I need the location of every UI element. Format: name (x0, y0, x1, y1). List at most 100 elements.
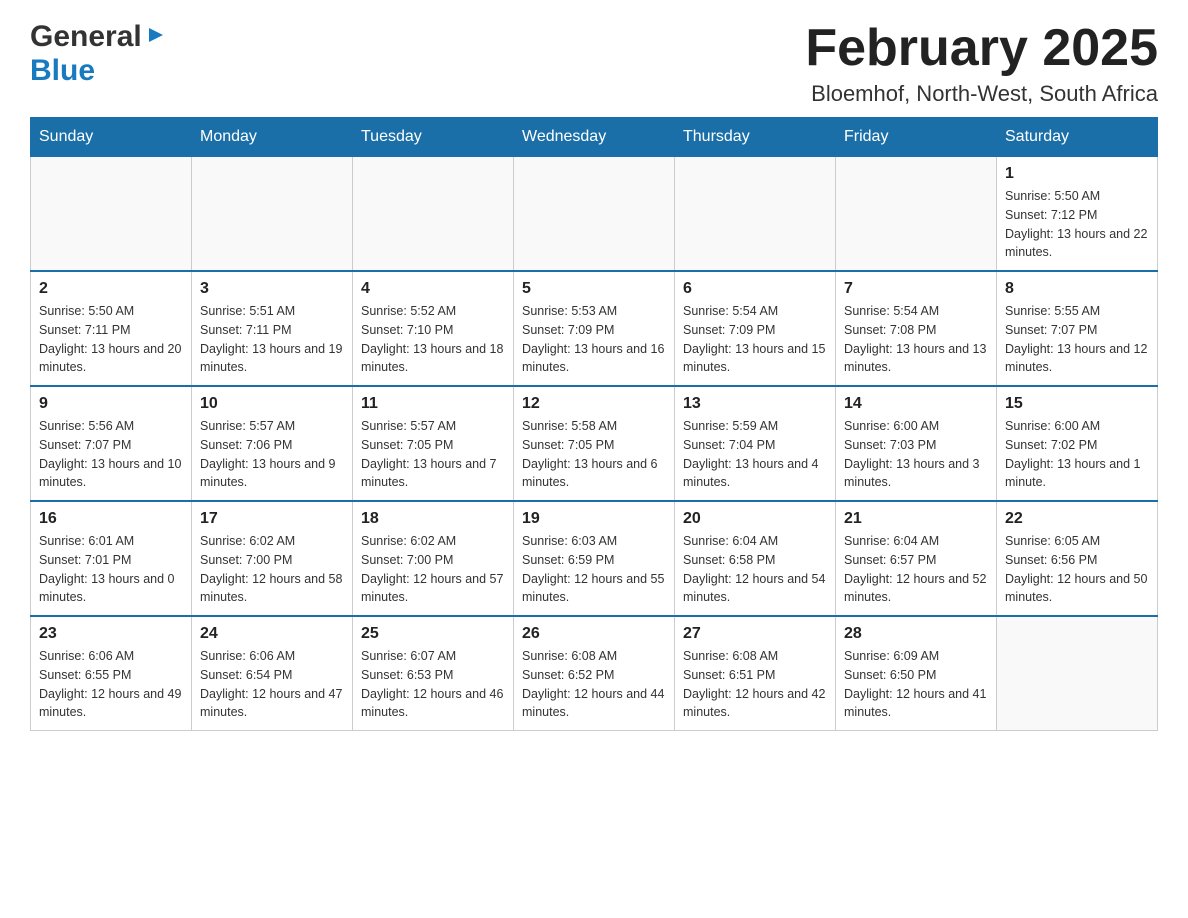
calendar-cell (514, 157, 675, 272)
calendar-header-wednesday: Wednesday (514, 118, 675, 157)
day-info: Sunrise: 6:02 AMSunset: 7:00 PMDaylight:… (200, 532, 344, 607)
page-header: General Blue February 2025 Bloemhof, Nor… (30, 20, 1158, 107)
day-info: Sunrise: 5:54 AMSunset: 7:09 PMDaylight:… (683, 302, 827, 377)
location: Bloemhof, North-West, South Africa (805, 81, 1158, 107)
day-info: Sunrise: 6:00 AMSunset: 7:02 PMDaylight:… (1005, 417, 1149, 492)
day-number: 26 (522, 625, 666, 643)
logo-blue: Blue (30, 54, 95, 88)
day-info: Sunrise: 6:06 AMSunset: 6:55 PMDaylight:… (39, 647, 183, 722)
title-area: February 2025 Bloemhof, North-West, Sout… (805, 20, 1158, 107)
day-number: 10 (200, 395, 344, 413)
day-info: Sunrise: 5:53 AMSunset: 7:09 PMDaylight:… (522, 302, 666, 377)
day-info: Sunrise: 6:04 AMSunset: 6:57 PMDaylight:… (844, 532, 988, 607)
day-number: 19 (522, 510, 666, 528)
calendar-cell (31, 157, 192, 272)
day-info: Sunrise: 6:08 AMSunset: 6:51 PMDaylight:… (683, 647, 827, 722)
calendar-cell: 8 Sunrise: 5:55 AMSunset: 7:07 PMDaylight… (997, 271, 1158, 386)
calendar-cell: 9 Sunrise: 5:56 AMSunset: 7:07 PMDaylight… (31, 386, 192, 501)
day-number: 25 (361, 625, 505, 643)
day-info: Sunrise: 6:02 AMSunset: 7:00 PMDaylight:… (361, 532, 505, 607)
logo: General Blue (30, 20, 167, 88)
day-number: 12 (522, 395, 666, 413)
day-number: 28 (844, 625, 988, 643)
calendar-cell: 27 Sunrise: 6:08 AMSunset: 6:51 PMDayligh… (675, 616, 836, 731)
calendar-cell: 15 Sunrise: 6:00 AMSunset: 7:02 PMDayligh… (997, 386, 1158, 501)
day-number: 27 (683, 625, 827, 643)
calendar-cell: 7Sunrise: 5:54 AMSunset: 7:08 PMDaylight… (836, 271, 997, 386)
day-number: 8 (1005, 280, 1149, 298)
calendar-cell (836, 157, 997, 272)
day-number: 2 (39, 280, 183, 298)
calendar-table: SundayMondayTuesdayWednesdayThursdayFrid… (30, 117, 1158, 731)
day-number: 23 (39, 625, 183, 643)
calendar-cell: 12 Sunrise: 5:58 AMSunset: 7:05 PMDayligh… (514, 386, 675, 501)
calendar-cell: 3Sunrise: 5:51 AMSunset: 7:11 PMDaylight… (192, 271, 353, 386)
month-title: February 2025 (805, 20, 1158, 77)
day-info: Sunrise: 6:05 AMSunset: 6:56 PMDaylight:… (1005, 532, 1149, 607)
calendar-week-row: 16 Sunrise: 6:01 AMSunset: 7:01 PMDayligh… (31, 501, 1158, 616)
day-info: Sunrise: 5:58 AMSunset: 7:05 PMDaylight:… (522, 417, 666, 492)
calendar-week-row: 23 Sunrise: 6:06 AMSunset: 6:55 PMDayligh… (31, 616, 1158, 731)
logo-arrow-icon (145, 24, 167, 51)
calendar-cell: 20 Sunrise: 6:04 AMSunset: 6:58 PMDayligh… (675, 501, 836, 616)
calendar-cell: 23 Sunrise: 6:06 AMSunset: 6:55 PMDayligh… (31, 616, 192, 731)
day-info: Sunrise: 5:56 AMSunset: 7:07 PMDaylight:… (39, 417, 183, 492)
day-info: Sunrise: 5:57 AMSunset: 7:05 PMDaylight:… (361, 417, 505, 492)
calendar-cell: 18 Sunrise: 6:02 AMSunset: 7:00 PMDayligh… (353, 501, 514, 616)
calendar-cell (675, 157, 836, 272)
day-info: Sunrise: 6:00 AMSunset: 7:03 PMDaylight:… (844, 417, 988, 492)
day-info: Sunrise: 5:55 AMSunset: 7:07 PMDaylight:… (1005, 302, 1149, 377)
day-info: Sunrise: 6:03 AMSunset: 6:59 PMDaylight:… (522, 532, 666, 607)
day-number: 22 (1005, 510, 1149, 528)
calendar-header-thursday: Thursday (675, 118, 836, 157)
calendar-cell: 16 Sunrise: 6:01 AMSunset: 7:01 PMDayligh… (31, 501, 192, 616)
day-number: 5 (522, 280, 666, 298)
calendar-week-row: 9 Sunrise: 5:56 AMSunset: 7:07 PMDaylight… (31, 386, 1158, 501)
day-info: Sunrise: 6:09 AMSunset: 6:50 PMDaylight:… (844, 647, 988, 722)
calendar-header-saturday: Saturday (997, 118, 1158, 157)
day-number: 4 (361, 280, 505, 298)
calendar-cell: 22 Sunrise: 6:05 AMSunset: 6:56 PMDayligh… (997, 501, 1158, 616)
calendar-header-sunday: Sunday (31, 118, 192, 157)
logo-general: General (30, 20, 142, 54)
calendar-header-row: SundayMondayTuesdayWednesdayThursdayFrid… (31, 118, 1158, 157)
day-number: 17 (200, 510, 344, 528)
calendar-cell: 19 Sunrise: 6:03 AMSunset: 6:59 PMDayligh… (514, 501, 675, 616)
calendar-week-row: 1 Sunrise: 5:50 AMSunset: 7:12 PMDaylight… (31, 157, 1158, 272)
calendar-cell: 4 Sunrise: 5:52 AMSunset: 7:10 PMDaylight… (353, 271, 514, 386)
calendar-cell: 17 Sunrise: 6:02 AMSunset: 7:00 PMDayligh… (192, 501, 353, 616)
calendar-cell: 10 Sunrise: 5:57 AMSunset: 7:06 PMDayligh… (192, 386, 353, 501)
day-number: 18 (361, 510, 505, 528)
day-info: Sunrise: 6:06 AMSunset: 6:54 PMDaylight:… (200, 647, 344, 722)
day-info: Sunrise: 5:59 AMSunset: 7:04 PMDaylight:… (683, 417, 827, 492)
day-info: Sunrise: 5:50 AMSunset: 7:11 PMDaylight:… (39, 302, 183, 377)
day-info: Sunrise: 6:07 AMSunset: 6:53 PMDaylight:… (361, 647, 505, 722)
calendar-cell: 26 Sunrise: 6:08 AMSunset: 6:52 PMDayligh… (514, 616, 675, 731)
calendar-cell: 11Sunrise: 5:57 AMSunset: 7:05 PMDayligh… (353, 386, 514, 501)
day-number: 24 (200, 625, 344, 643)
calendar-cell: 14Sunrise: 6:00 AMSunset: 7:03 PMDayligh… (836, 386, 997, 501)
day-info: Sunrise: 5:52 AMSunset: 7:10 PMDaylight:… (361, 302, 505, 377)
calendar-header-friday: Friday (836, 118, 997, 157)
calendar-cell: 1 Sunrise: 5:50 AMSunset: 7:12 PMDaylight… (997, 157, 1158, 272)
day-info: Sunrise: 6:08 AMSunset: 6:52 PMDaylight:… (522, 647, 666, 722)
calendar-cell: 21Sunrise: 6:04 AMSunset: 6:57 PMDayligh… (836, 501, 997, 616)
day-info: Sunrise: 6:04 AMSunset: 6:58 PMDaylight:… (683, 532, 827, 607)
day-number: 1 (1005, 165, 1149, 183)
calendar-cell: 24 Sunrise: 6:06 AMSunset: 6:54 PMDayligh… (192, 616, 353, 731)
day-number: 3 (200, 280, 344, 298)
day-number: 6 (683, 280, 827, 298)
day-info: Sunrise: 5:57 AMSunset: 7:06 PMDaylight:… (200, 417, 344, 492)
day-number: 9 (39, 395, 183, 413)
day-number: 7 (844, 280, 988, 298)
day-info: Sunrise: 5:50 AMSunset: 7:12 PMDaylight:… (1005, 187, 1149, 262)
day-number: 20 (683, 510, 827, 528)
calendar-header-tuesday: Tuesday (353, 118, 514, 157)
calendar-week-row: 2 Sunrise: 5:50 AMSunset: 7:11 PMDaylight… (31, 271, 1158, 386)
day-info: Sunrise: 6:01 AMSunset: 7:01 PMDaylight:… (39, 532, 183, 607)
calendar-cell: 6 Sunrise: 5:54 AMSunset: 7:09 PMDaylight… (675, 271, 836, 386)
day-number: 15 (1005, 395, 1149, 413)
day-number: 16 (39, 510, 183, 528)
calendar-header-monday: Monday (192, 118, 353, 157)
calendar-cell: 5 Sunrise: 5:53 AMSunset: 7:09 PMDaylight… (514, 271, 675, 386)
